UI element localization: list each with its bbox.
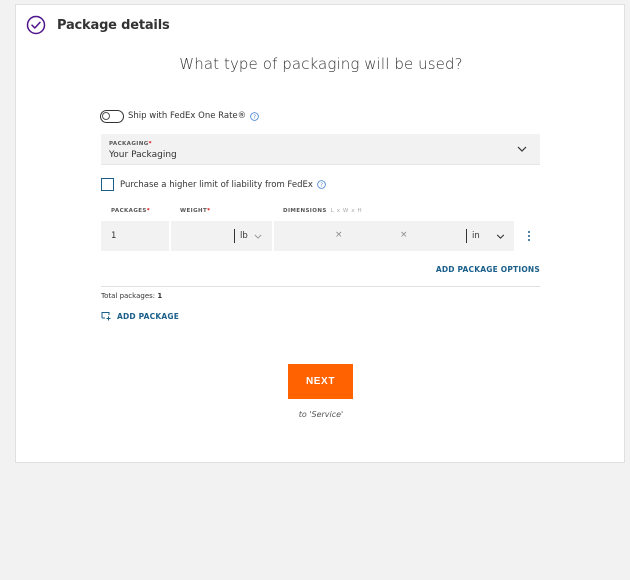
check-circle-icon [26,15,46,35]
unit-divider [466,229,467,243]
liability-checkbox[interactable] [101,178,114,191]
dimensions-field[interactable]: × × in [274,221,514,251]
packages-field[interactable]: 1 [101,221,169,251]
divider [101,286,540,287]
weight-field[interactable]: lb [171,221,272,251]
packaging-value: Your Packaging [109,150,177,160]
one-rate-label: Ship with FedEx One Rate® [128,111,247,121]
package-details-card: Package details What type of packaging w… [15,4,625,463]
add-package-button[interactable]: ADD PACKAGE [101,311,179,321]
svg-text:?: ? [253,114,256,120]
one-rate-row: Ship with FedEx One Rate® ? [100,109,259,123]
packaging-select[interactable]: PACKAGING* Your Packaging [101,134,540,165]
dimension-unit-select[interactable]: in [472,231,480,241]
svg-text:?: ? [320,182,323,188]
total-packages: Total packages: 1 [101,292,163,300]
section-header: Package details [26,14,170,36]
packages-header: PACKAGES* [111,208,151,214]
toggle-knob [102,111,110,120]
add-package-label: ADD PACKAGE [117,311,180,321]
unit-divider [234,229,235,243]
help-icon[interactable]: ? [317,180,326,189]
packaging-label: PACKAGING* [109,141,152,147]
dimension-separator: × [335,230,343,240]
one-rate-toggle[interactable] [100,109,124,123]
liability-row: Purchase a higher limit of liability fro… [101,178,326,191]
dimensions-header: DIMENSIONS L x W x H [283,208,363,214]
chevron-down-icon [254,234,262,239]
help-icon[interactable]: ? [250,111,259,121]
dimension-separator: × [400,230,408,240]
packages-value: 1 [111,231,117,241]
next-button[interactable]: NEXT [288,364,353,399]
weight-unit-select[interactable]: lb [240,231,248,241]
packaging-question: What type of packaging will be used? [179,55,463,73]
section-title: Package details [57,17,170,33]
add-package-icon [101,312,111,321]
next-step-caption: to 'Service' [298,410,344,419]
liability-label: Purchase a higher limit of liability fro… [120,179,313,190]
more-options-icon[interactable] [527,229,531,243]
chevron-down-icon [517,146,527,152]
add-package-options-link[interactable]: ADD PACKAGE OPTIONS [16,265,540,274]
chevron-down-icon [496,234,505,239]
weight-header: WEIGHT* [180,208,211,214]
